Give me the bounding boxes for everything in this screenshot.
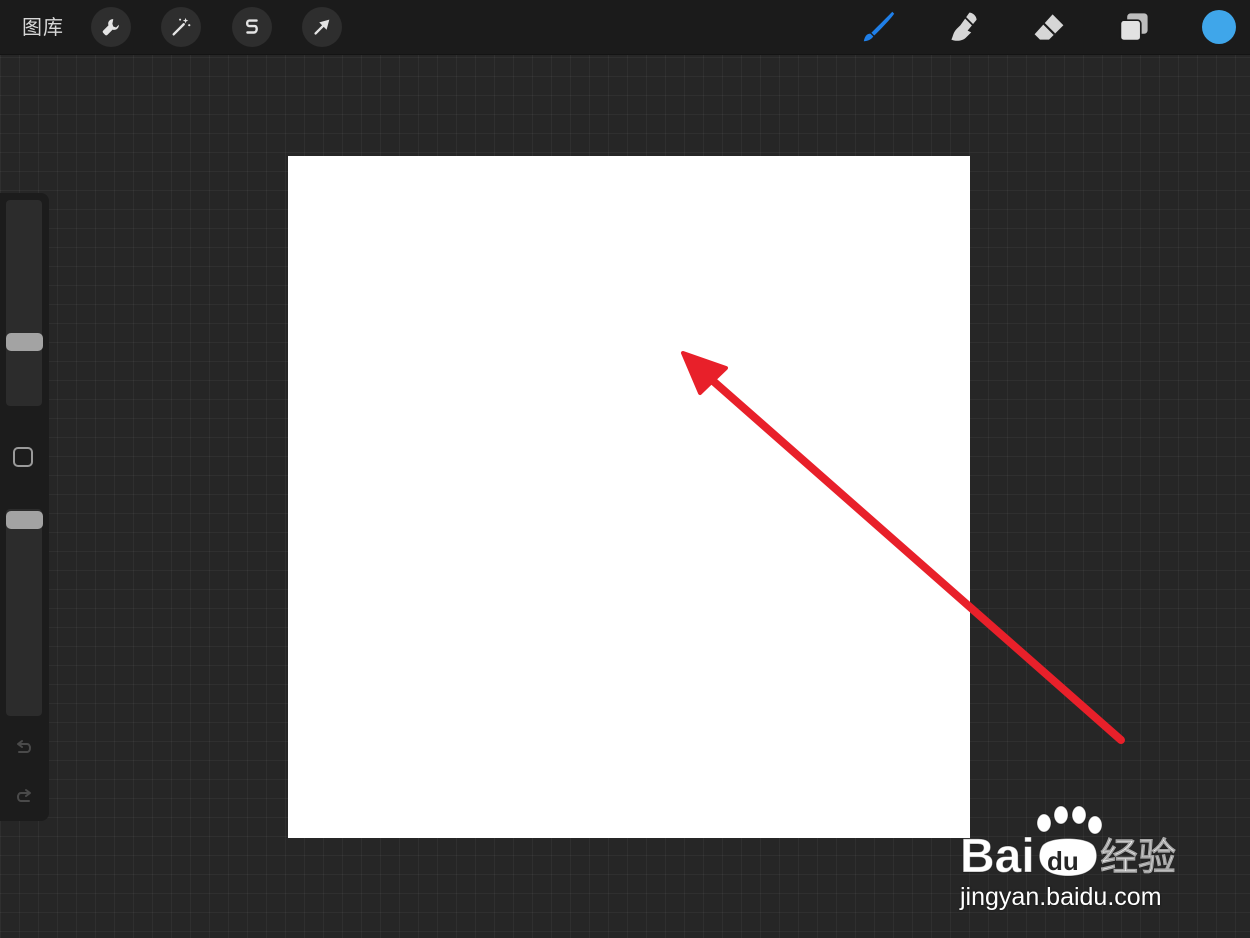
smudge-tool-button[interactable]	[943, 6, 985, 48]
watermark-url: jingyan.baidu.com	[960, 883, 1162, 911]
brush-size-slider[interactable]	[6, 200, 42, 406]
undo-icon[interactable]	[12, 736, 36, 760]
brush-tool-button[interactable]	[858, 6, 900, 48]
transform-button[interactable]	[302, 7, 342, 47]
smudge-icon	[951, 12, 977, 41]
svg-text:Bai: Bai	[960, 830, 1035, 882]
selection-button[interactable]	[232, 7, 272, 47]
transform-arrow-icon	[314, 19, 330, 35]
brush-size-thumb[interactable]	[6, 333, 43, 351]
brush-icon	[863, 11, 895, 42]
magic-wand-icon	[172, 17, 191, 36]
drawing-canvas[interactable]	[288, 156, 970, 838]
actions-button[interactable]	[91, 7, 131, 47]
redo-icon[interactable]	[12, 785, 36, 809]
layers-button[interactable]	[1113, 6, 1155, 48]
baidu-logo-icon: Bai du 经验	[960, 805, 1177, 884]
adjustments-button[interactable]	[161, 7, 201, 47]
selection-s-icon	[246, 19, 258, 34]
top-toolbar: 图库	[0, 0, 1250, 55]
modify-button[interactable]	[13, 447, 33, 467]
procreate-workspace: 图库 Bai du 经验 jingyan.baidu.com	[0, 0, 1250, 938]
baidu-jingyan-watermark: Bai du 经验 jingyan.baidu.com	[958, 802, 1198, 914]
left-sidebar	[0, 193, 49, 821]
svg-text:du: du	[1047, 846, 1079, 876]
eraser-icon	[1034, 14, 1064, 40]
wrench-icon	[102, 19, 119, 36]
color-picker-button[interactable]	[1202, 10, 1236, 44]
svg-text:经验: 经验	[1100, 835, 1176, 879]
opacity-slider[interactable]	[6, 509, 42, 716]
gallery-button[interactable]: 图库	[22, 13, 64, 41]
eraser-tool-button[interactable]	[1028, 6, 1070, 48]
layers-icon	[1119, 13, 1148, 42]
opacity-thumb[interactable]	[6, 511, 43, 529]
